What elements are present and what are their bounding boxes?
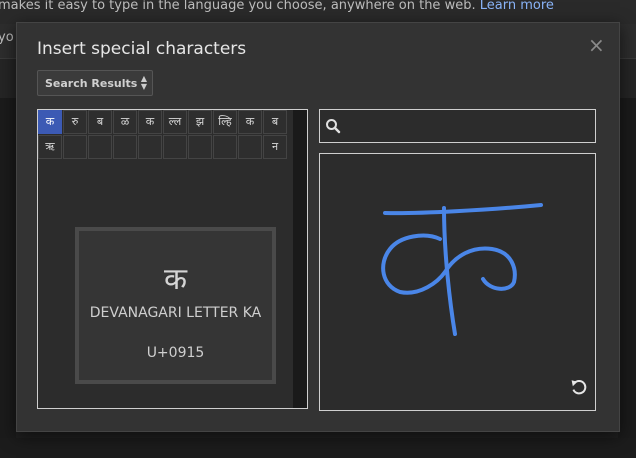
character-cell[interactable]: ब (88, 110, 112, 134)
character-cell[interactable]: ब (263, 110, 287, 134)
character-cell[interactable] (188, 135, 212, 159)
background-line-2: yo (0, 30, 14, 45)
character-cell[interactable]: क (238, 110, 262, 134)
character-cell[interactable]: क (138, 110, 162, 134)
character-cell[interactable]: क (38, 110, 62, 134)
background-right (618, 98, 636, 438)
insert-special-characters-dialog: Insert special characters × Search Resul… (16, 22, 620, 432)
dialog-title: Insert special characters (37, 39, 247, 59)
preview-glyph: क (163, 262, 188, 297)
close-icon[interactable]: × (588, 33, 605, 57)
category-select[interactable]: Search Results ▲ ▼ (37, 70, 153, 96)
character-grid: क रु ब ळ क ल्ल झ ल्हि क ब ऋ न क DEVANAGARI LETTER K… (37, 109, 308, 409)
character-cell[interactable] (88, 135, 112, 159)
character-preview: क DEVANAGARI LETTER KA U+0915 (75, 227, 276, 384)
character-cell[interactable]: ल्ल (163, 110, 187, 134)
category-select-value: Search Results (45, 77, 138, 90)
select-arrows-icon: ▲ ▼ (140, 74, 147, 91)
character-cell[interactable] (213, 135, 237, 159)
learn-more-link[interactable]: Learn more (480, 0, 554, 13)
background-left (0, 98, 16, 438)
character-cell[interactable]: ऋ (38, 135, 62, 159)
handwriting-canvas[interactable] (319, 153, 596, 411)
character-cell[interactable] (113, 135, 137, 159)
search-box (319, 109, 596, 143)
character-cell[interactable]: झ (188, 110, 212, 134)
preview-code: U+0915 (146, 345, 205, 361)
preview-name: DEVANAGARI LETTER KA (89, 305, 262, 321)
background-line: makes it easy to type in the language yo… (0, 0, 554, 13)
grid-scrollbar[interactable] (293, 110, 307, 408)
search-icon (326, 119, 341, 134)
character-cell[interactable]: न (263, 135, 287, 159)
handwriting-strokes (381, 203, 543, 336)
character-cell[interactable] (63, 135, 87, 159)
background-page-text: makes it easy to type in the language yo… (0, 0, 636, 24)
reset-icon[interactable] (569, 377, 589, 397)
character-cell[interactable]: रु (63, 110, 87, 134)
character-cell[interactable] (238, 135, 262, 159)
character-cell[interactable]: ल्हि (213, 110, 237, 134)
character-cell[interactable] (163, 135, 187, 159)
character-cell[interactable] (138, 135, 162, 159)
search-input[interactable] (344, 112, 594, 142)
character-cell[interactable]: ळ (113, 110, 137, 134)
background-bottom (0, 438, 636, 458)
